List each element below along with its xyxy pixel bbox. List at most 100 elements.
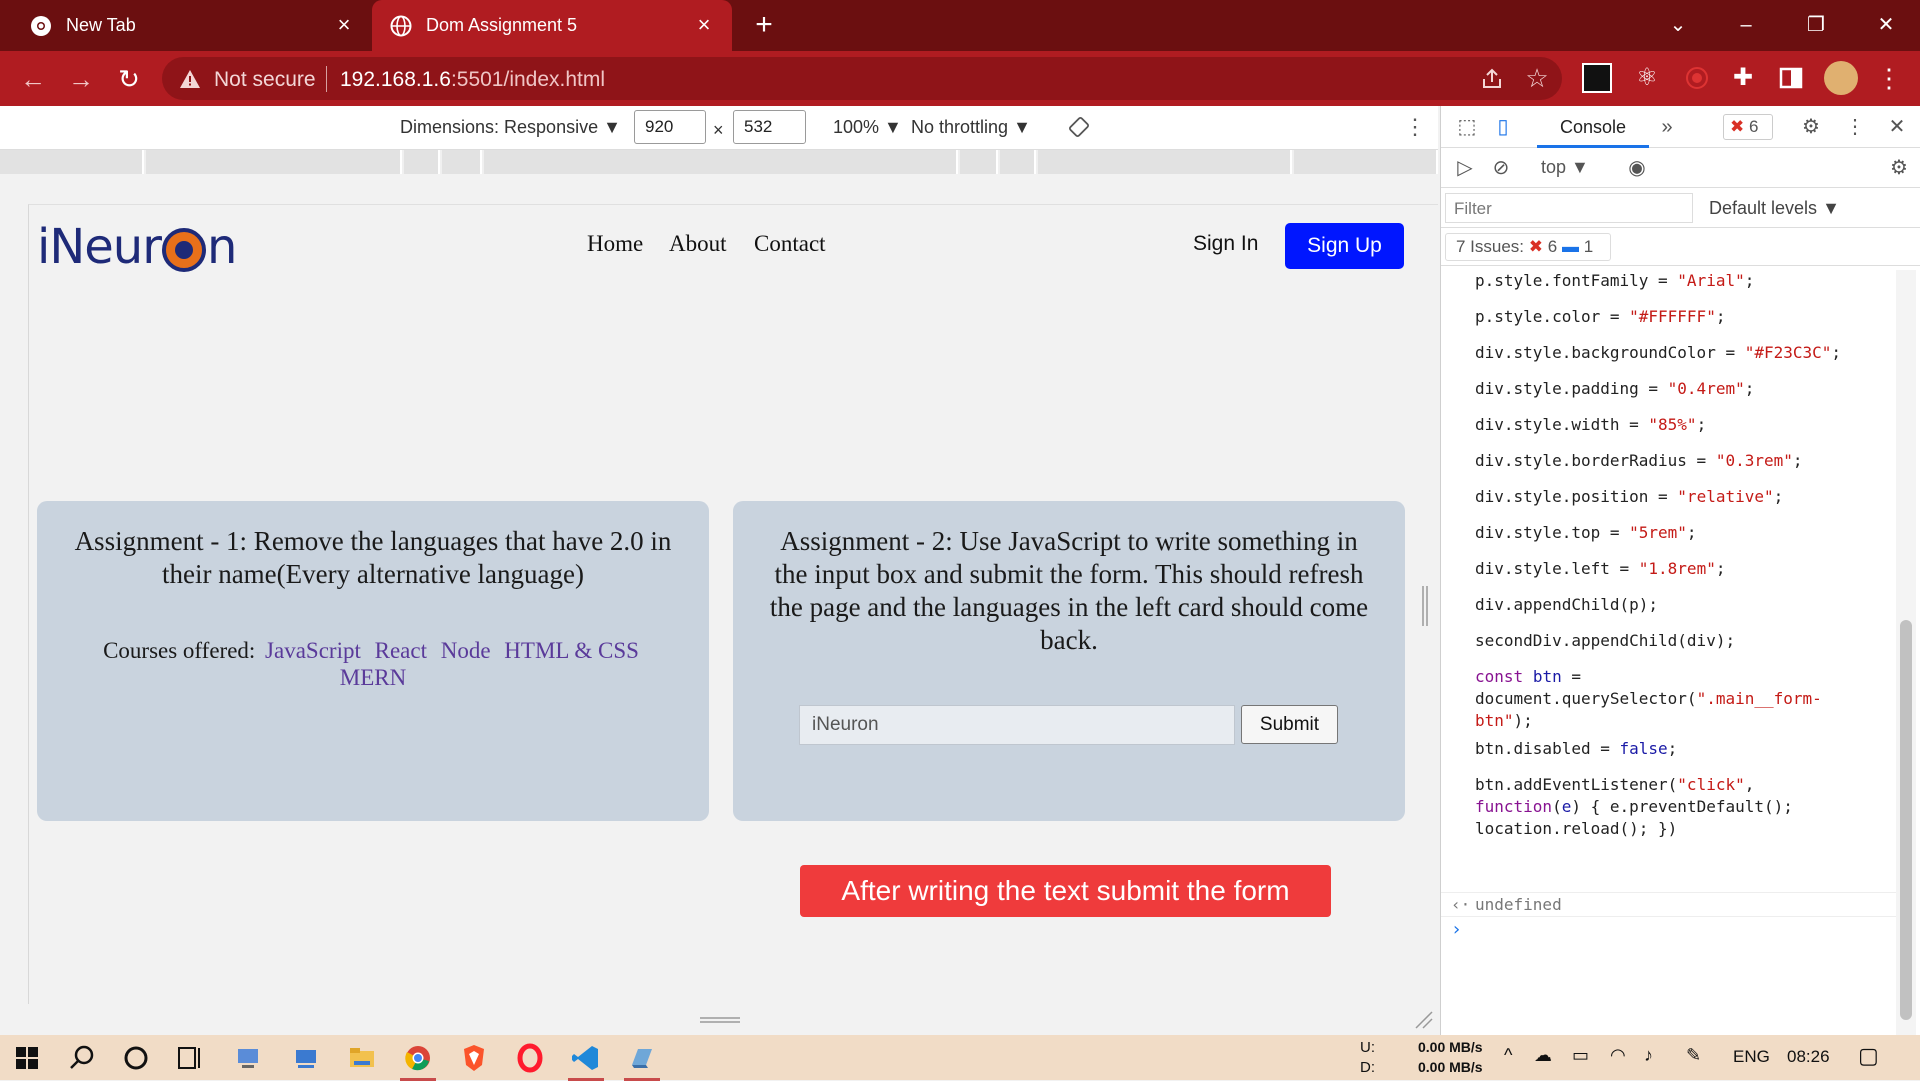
tab-search-icon[interactable]: ⌄ (1658, 8, 1698, 42)
device-more-icon[interactable]: ⋮ (1404, 114, 1426, 140)
live-expression-eye-icon[interactable]: ◉ (1625, 156, 1649, 180)
page-viewport: iNeur n Home About Contact Sign In Sign U… (28, 204, 1438, 1004)
settings-gear-icon[interactable]: ⚙ (1799, 115, 1823, 139)
volume-icon[interactable]: ♪ (1644, 1045, 1653, 1066)
warning-icon[interactable] (178, 67, 202, 91)
scrollbar-thumb[interactable] (1900, 620, 1912, 1020)
issues-bar: 7 Issues: ✖ 6 ▬ 1 (1441, 228, 1920, 266)
issue-info-icon: ▬ (1561, 237, 1579, 256)
tab-title: Dom Assignment 5 (426, 15, 578, 35)
avatar[interactable] (1824, 61, 1858, 95)
pen-icon[interactable]: ✎ (1686, 1045, 1701, 1066)
close-window-button[interactable]: ✕ (1866, 8, 1906, 42)
close-devtools-icon[interactable]: ✕ (1885, 115, 1909, 139)
tab-dom-assignment[interactable]: Dom Assignment 5 × (372, 0, 732, 51)
height-input[interactable]: 532 (733, 110, 806, 144)
close-tab-icon[interactable]: × (332, 13, 356, 37)
security-label[interactable]: Not secure (214, 68, 316, 92)
text-input[interactable]: iNeuron (799, 705, 1235, 745)
windows-taskbar: U: D: 0.00 MB/s 0.00 MB/s ^ ☁ ▭ ◠ ♪ ✎ EN… (0, 1035, 1920, 1081)
log-levels-dropdown[interactable]: Default levels ▼ (1709, 198, 1840, 219)
devtools-more-icon[interactable]: ⋮ (1843, 115, 1867, 139)
issues-button[interactable]: 7 Issues: ✖ 6 ▬ 1 (1445, 233, 1611, 261)
battery-icon[interactable]: ▭ (1572, 1045, 1589, 1066)
error-count-badge[interactable]: ✖ 6 (1723, 114, 1773, 140)
reload-icon[interactable]: ↻ (114, 64, 144, 94)
media-query-bar[interactable] (0, 150, 1438, 174)
tab-new-tab[interactable]: New Tab × (0, 0, 372, 51)
notifications-icon[interactable]: ▢ (1858, 1043, 1879, 1069)
minimize-button[interactable]: – (1726, 8, 1766, 42)
dimensions-dropdown[interactable]: Dimensions: Responsive ▼ (400, 117, 621, 138)
zoom-dropdown[interactable]: 100% ▼ (833, 117, 902, 138)
side-panel-icon[interactable] (1776, 63, 1806, 93)
restore-button[interactable]: ❐ (1796, 8, 1836, 42)
clock[interactable]: 08:26 (1787, 1047, 1830, 1067)
app-icon[interactable] (624, 1041, 660, 1081)
console-settings-icon[interactable]: ⚙ (1887, 156, 1911, 180)
filter-input[interactable]: Filter (1445, 193, 1693, 223)
close-tab-icon[interactable]: × (692, 13, 716, 37)
address-bar[interactable]: Not secure 192.168.1.6:5501/index.html ☆ (162, 57, 1562, 100)
assignment-1-card: Assignment - 1: Remove the languages tha… (37, 501, 709, 821)
language-indicator[interactable]: ENG (1733, 1047, 1770, 1067)
cortana-icon[interactable] (118, 1041, 154, 1075)
nav-contact[interactable]: Contact (754, 231, 826, 257)
file-explorer-icon[interactable] (344, 1041, 380, 1075)
share-icon[interactable] (1480, 67, 1504, 91)
chrome-taskbar-icon[interactable] (400, 1041, 436, 1081)
more-tabs-icon[interactable]: » (1655, 115, 1679, 139)
network-app-icon[interactable] (230, 1041, 266, 1075)
nav-home[interactable]: Home (587, 231, 643, 257)
url-text[interactable]: 192.168.1.6:5501/index.html (340, 68, 605, 92)
code-line: div.style.width = "85%"; (1475, 415, 1707, 434)
course-javascript[interactable]: JavaScript (265, 638, 361, 663)
bookmark-star-icon[interactable]: ☆ (1522, 63, 1552, 93)
task-view-icon[interactable] (172, 1041, 208, 1075)
corner-resize-handle[interactable] (1414, 1010, 1434, 1030)
course-mern[interactable]: MERN (340, 665, 406, 690)
context-select[interactable]: top ▼ (1541, 157, 1589, 178)
tray-chevron-icon[interactable]: ^ (1504, 1045, 1512, 1066)
instruction-banner: After writing the text submit the form (800, 865, 1331, 917)
onedrive-icon[interactable]: ☁ (1534, 1045, 1552, 1066)
course-html-css[interactable]: HTML & CSS (504, 638, 639, 663)
rotate-icon[interactable] (1068, 116, 1090, 138)
opera-icon[interactable] (512, 1041, 548, 1075)
windows-start-icon[interactable] (10, 1041, 46, 1075)
throttling-dropdown[interactable]: No throttling ▼ (911, 117, 1031, 138)
search-icon[interactable] (64, 1041, 100, 1075)
forward-icon[interactable]: → (66, 64, 96, 94)
code-line: div.style.position = "relative"; (1475, 487, 1784, 506)
issues-info-count: 1 (1583, 237, 1594, 256)
inspect-element-icon[interactable]: ⬚ (1455, 115, 1479, 139)
console-scrollbar[interactable] (1896, 270, 1916, 1035)
bottom-resize-handle[interactable] (700, 1016, 740, 1024)
react-devtools-icon[interactable]: ⚛ (1632, 63, 1662, 93)
width-input[interactable]: 920 (634, 110, 706, 144)
course-react[interactable]: React (375, 638, 427, 663)
pc-icon[interactable] (288, 1041, 324, 1075)
wifi-icon[interactable]: ◠ (1610, 1045, 1626, 1066)
submit-button[interactable]: Submit (1241, 705, 1338, 744)
console-prompt[interactable]: › (1441, 916, 1897, 946)
result-arrow-icon: ‹· (1451, 895, 1471, 914)
device-toggle-icon[interactable]: ▯ (1491, 115, 1515, 139)
clear-console-icon[interactable]: ⊘ (1489, 156, 1513, 180)
nav-about[interactable]: About (669, 231, 727, 257)
extension-x-icon[interactable] (1582, 63, 1612, 93)
brave-icon[interactable] (456, 1041, 492, 1075)
menu-kebab-icon[interactable]: ⋮ (1874, 63, 1904, 93)
new-tab-button[interactable]: + (748, 10, 780, 42)
extensions-puzzle-icon[interactable]: ✚ (1728, 63, 1758, 93)
sidebar-toggle-icon[interactable]: ▷ (1453, 156, 1477, 180)
back-icon[interactable]: ← (18, 64, 48, 94)
vscode-icon[interactable] (568, 1041, 604, 1081)
sign-in-link[interactable]: Sign In (1193, 232, 1258, 256)
tab-console[interactable]: Console (1537, 106, 1649, 148)
record-icon[interactable] (1682, 63, 1712, 93)
ineuron-logo[interactable]: iNeur n (37, 217, 237, 277)
viewport-resize-grip[interactable] (1421, 586, 1429, 626)
course-node[interactable]: Node (441, 638, 491, 663)
sign-up-button[interactable]: Sign Up (1285, 223, 1404, 269)
